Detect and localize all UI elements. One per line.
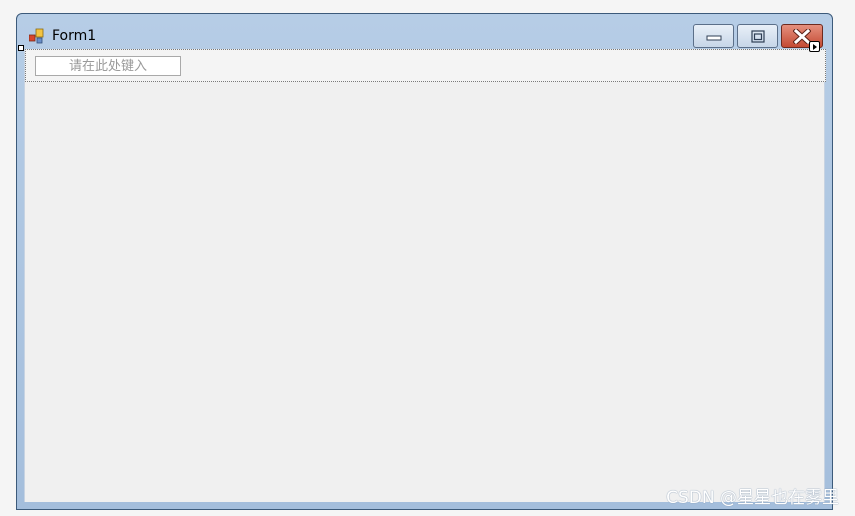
- maximize-button[interactable]: [737, 24, 778, 48]
- minimize-button[interactable]: [693, 24, 734, 48]
- title-bar[interactable]: Form1: [17, 14, 832, 49]
- app-form-icon: [29, 28, 44, 44]
- form-window[interactable]: Form1: [16, 13, 833, 510]
- minimize-icon: [706, 35, 721, 41]
- window-title: Form1: [52, 28, 97, 44]
- maximize-icon: [750, 29, 765, 43]
- form-client-area[interactable]: [24, 49, 826, 502]
- menu-strip[interactable]: [25, 49, 826, 82]
- menu-item-type-here-input[interactable]: [35, 56, 181, 76]
- selection-handle[interactable]: [18, 45, 24, 51]
- smart-tag-arrow-icon[interactable]: [809, 41, 820, 52]
- watermark: CSDN @星星也在雾里: [666, 488, 839, 508]
